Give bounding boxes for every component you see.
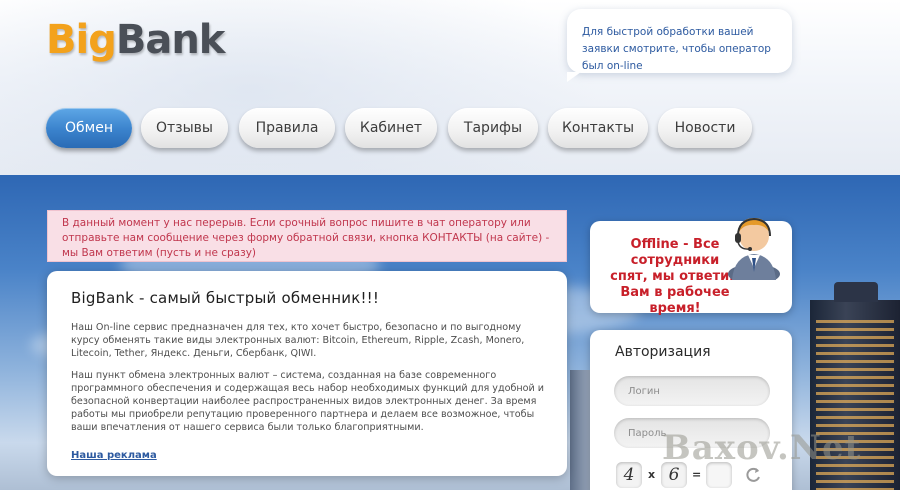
about-paragraph-2: Наш пункт обмена электронных валют – сис…: [71, 370, 545, 433]
break-notice: В данный момент у нас перерыв. Если сроч…: [47, 210, 567, 262]
about-paragraph-1: Наш On-line сервис предназначен для тех,…: [71, 322, 525, 359]
operator-tip-text: Для быстрой обработки вашей заявки смотр…: [582, 26, 771, 72]
captcha-refresh-icon[interactable]: [744, 466, 762, 484]
break-notice-text: В данный момент у нас перерыв. Если сроч…: [62, 217, 550, 259]
nav-exchange[interactable]: Обмен: [46, 108, 132, 148]
site-watermark: Baxov.Net: [662, 428, 862, 468]
operator-status-text: Offline - Все сотрудники спят, мы ответи…: [610, 237, 740, 316]
nav-news[interactable]: Новости: [658, 108, 752, 148]
site-logo[interactable]: BigBank: [46, 16, 226, 64]
captcha-digit-a: 4: [616, 462, 642, 488]
about-title: BigBank - самый быстрый обменник!!!: [71, 289, 380, 307]
logo-bank: Bank: [115, 17, 226, 63]
ad-link[interactable]: Наша реклама: [71, 450, 157, 461]
nav-contacts[interactable]: Контакты: [548, 108, 648, 148]
building-image: [570, 370, 590, 490]
about-card: BigBank - самый быстрый обменник!!! Наш …: [47, 271, 567, 476]
login-input[interactable]: [614, 376, 770, 406]
captcha-operator: x: [648, 468, 656, 481]
operator-tip-bubble: Для быстрой обработки вашей заявки смотр…: [567, 9, 792, 82]
nav-cabinet[interactable]: Кабинет: [345, 108, 437, 148]
nav-rules[interactable]: Правила: [239, 108, 335, 148]
site-header: BigBank Для быстрой обработки вашей заяв…: [0, 0, 900, 175]
nav-reviews[interactable]: Отзывы: [141, 108, 228, 148]
skyscraper-cap: [834, 282, 878, 302]
logo-big: Big: [46, 17, 117, 63]
auth-title: Авторизация: [615, 344, 711, 360]
support-operator-icon: [728, 217, 780, 280]
nav-tariffs[interactable]: Тарифы: [448, 108, 538, 148]
